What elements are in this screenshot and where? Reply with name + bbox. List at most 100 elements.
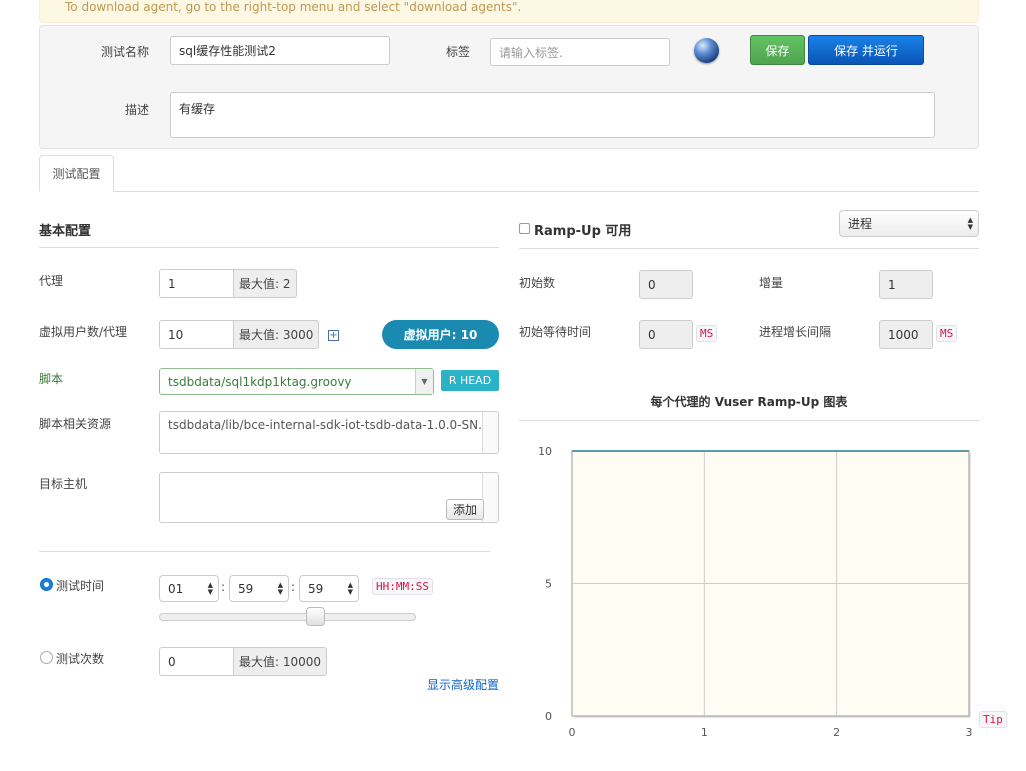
initial-count-label: 初始数 [519,276,556,290]
interval-value: 1000 [888,327,919,342]
script-revision-button[interactable]: R HEAD [441,370,499,391]
initial-sleep-value: 0 [648,327,656,342]
description-textarea[interactable]: 有缓存 [170,92,935,138]
agent-count-input[interactable]: 1 [159,269,234,298]
script-select[interactable]: tsdbdata/sql1kdp1ktag.groovy ▼ [159,368,434,395]
basic-section-divider [39,551,490,552]
script-resources-label: 脚本相关资源 [39,417,112,431]
time-colon-1: : [221,580,226,594]
rampup-divider [519,248,979,249]
test-name-input[interactable]: sql缓存性能测试2 [170,36,390,65]
interval-unit: MS [936,325,958,342]
increment-label: 增量 [759,276,784,290]
add-host-button[interactable]: 添加 [446,499,484,520]
vuser-max-addon: 最大值: 3000 [234,320,320,349]
duration-radio[interactable] [40,578,53,591]
minutes-select[interactable]: 59 ▲ ▼ [229,575,289,602]
chart-title-divider [519,420,979,421]
tag-input[interactable]: 请输入标签. [490,38,670,66]
alert-text: To download agent, go to the right-top m… [65,0,522,14]
dropdown-caret-icon: ▼ [415,369,433,394]
hours-select[interactable]: 01 ▲ ▼ [159,575,219,602]
initial-count-value: 0 [648,277,656,292]
total-vuser-badge: 虚拟用户: 10 [382,320,499,349]
rampup-type-updown-icon: ▲ ▼ [967,215,973,231]
x-tick-label: 2 [833,726,840,739]
initial-sleep-input[interactable]: 0 [639,320,693,349]
x-tick-label: 3 [966,726,973,739]
vuser-per-agent-input[interactable]: 10 [159,320,234,349]
duration-slider-handle[interactable] [306,607,325,626]
duration-slider-track[interactable] [159,613,416,621]
rampup-type-value: 进程 [848,217,873,231]
y-tick-label: 10 [538,445,552,458]
status-ball-icon [694,38,719,63]
increment-value: 1 [888,277,896,292]
add-host-label: 添加 [452,503,477,517]
y-tick-label: 5 [545,578,552,591]
runcount-max-addon: 最大值: 10000 [234,647,328,676]
target-host-label: 目标主机 [39,477,88,491]
initial-count-input[interactable]: 0 [639,270,693,299]
minutes-updown-icon: ▲ ▼ [277,580,283,596]
increment-input[interactable]: 1 [879,270,933,299]
hours-updown-icon: ▲ ▼ [207,580,213,596]
time-format-hint: HH:MM:SS [372,578,433,595]
initial-sleep-label: 初始等待时间 [519,325,592,339]
rampup-chart: 0 1 2 3 0 5 10 [538,445,973,739]
script-label: 脚本 [39,372,64,386]
description-value: 有缓存 [179,102,216,116]
script-resources-box: tsdbdata/lib/bce-internal-sdk-iot-tsdb-d… [159,411,499,454]
minutes-value: 59 [238,581,254,596]
x-tick-label: 1 [701,726,708,739]
tab-test-config-label: 测试配置 [52,167,101,181]
advanced-config-link[interactable]: 显示高级配置 [427,676,499,693]
script-revision-label: R HEAD [448,374,492,387]
initial-sleep-unit: MS [696,325,718,342]
duration-label: 测试时间 [56,579,105,593]
tabs-divider [39,191,979,192]
agent-count-value: 1 [168,276,176,291]
save-label: 保存 [765,43,790,58]
time-colon-2: : [291,580,296,594]
download-agent-alert: To download agent, go to the right-top m… [39,0,979,23]
hours-value: 01 [168,581,184,596]
script-select-value: tsdbdata/sql1kdp1ktag.groovy [168,374,352,389]
seconds-updown-icon: ▲ ▼ [347,580,353,596]
vuser-max-text: 最大值: 3000 [239,328,314,342]
tag-placeholder: 请输入标签. [499,45,563,60]
tip-badge[interactable]: Tip [979,711,1007,728]
agent-label: 代理 [39,274,64,288]
save-and-run-button[interactable]: 保存 并运行 [808,35,924,65]
test-name-label: 测试名称 [101,45,150,59]
description-label: 描述 [125,103,150,117]
seconds-select[interactable]: 59 ▲ ▼ [299,575,359,602]
runcount-max-text: 最大值: 10000 [239,655,322,669]
script-resources-text: tsdbdata/lib/bce-internal-sdk-iot-tsdb-d… [168,418,490,432]
vuser-per-agent-value: 10 [168,327,184,342]
test-name-value: sql缓存性能测试2 [179,44,276,58]
tag-label: 标签 [446,45,471,59]
save-button[interactable]: 保存 [750,35,805,65]
runcount-value: 0 [168,654,176,669]
rampup-type-select[interactable]: 进程 ▲ ▼ [839,210,979,237]
rampup-enable-label: Ramp-Up 可用 [534,224,632,239]
agent-max-text: 最大值: 2 [239,277,291,291]
runcount-radio[interactable] [40,651,53,664]
total-vuser-text: 虚拟用户: 10 [403,328,478,342]
y-tick-label: 0 [545,710,552,723]
vuser-per-agent-label: 虚拟用户数/代理 [39,325,128,339]
rampup-checkbox[interactable] [519,223,530,234]
x-tick-label: 0 [569,726,576,739]
tab-test-config[interactable]: 测试配置 [39,155,114,192]
basic-config-divider [39,247,499,248]
interval-label: 进程增长间隔 [759,325,832,339]
target-host-scrollbar[interactable] [482,473,498,522]
seconds-value: 59 [308,581,324,596]
interval-input[interactable]: 1000 [879,320,933,349]
agent-max-addon: 最大值: 2 [234,269,297,298]
basic-config-title: 基本配置 [39,224,92,239]
expand-plus-icon[interactable]: + [328,330,339,341]
resources-scrollbar[interactable] [482,412,498,453]
runcount-input[interactable]: 0 [159,647,234,676]
